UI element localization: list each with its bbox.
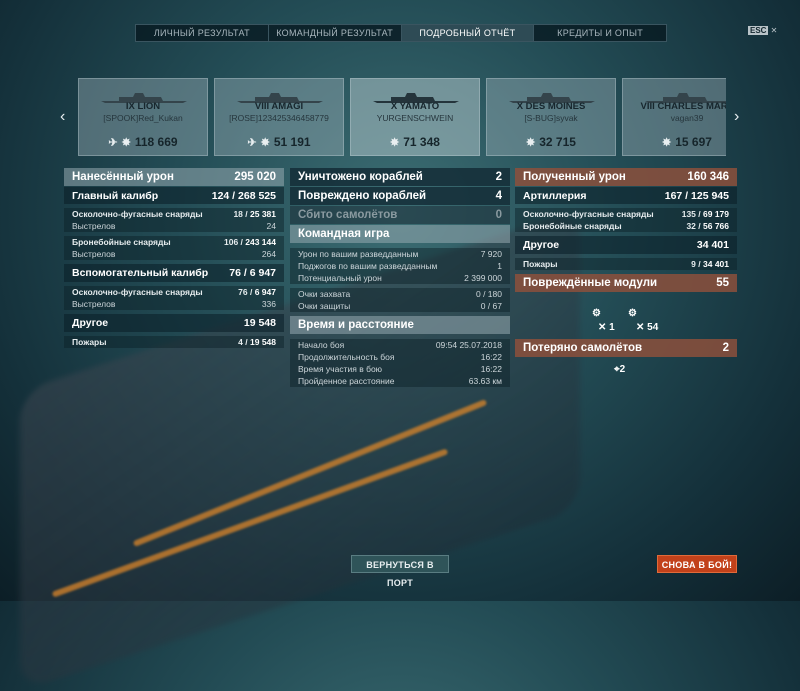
recv-fires-row: Пожары 9 / 34 401 bbox=[515, 258, 737, 270]
spotting-damage-row: Урон по вашим разведданным 7 920 bbox=[290, 248, 510, 260]
team-play-header: Командная игра bbox=[290, 225, 510, 243]
ship-damage-icon: ✸ bbox=[526, 136, 536, 149]
received-damage-panel: Полученный урон 160 346 Артиллерия 167 / 1… bbox=[515, 168, 737, 293]
player-name: YURGENSCHWEIN bbox=[376, 113, 454, 123]
damage-icon: ✈︎ bbox=[108, 136, 118, 149]
participation-time-row: Время участия в бою 16:22 bbox=[290, 363, 510, 375]
ship-card[interactable]: VIII CHARLES MART vagan39 ✸ 15 697 bbox=[622, 78, 726, 156]
player-name: [S-BUG]syvak bbox=[524, 113, 578, 123]
ship-damage-icon: ✸ bbox=[662, 136, 672, 149]
player-name: [ROSE]123425346458779 bbox=[229, 113, 329, 123]
capture-points-row: Очки захвата 0 / 180 bbox=[290, 288, 510, 300]
return-to-port-button[interactable]: ВЕРНУТЬСЯ В ПОРТ bbox=[351, 555, 449, 588]
tab-team[interactable]: КОМАНДНЫЙ РЕЗУЛЬТАТ bbox=[269, 25, 402, 41]
prev-ship-arrow-icon[interactable]: ‹ bbox=[60, 108, 65, 126]
potential-damage-row: Потенциальный урон 2 399 000 bbox=[290, 272, 510, 284]
ship-score: ✸ 71 348 bbox=[390, 135, 440, 149]
recv-he-row: Осколочно-фугасные снаряды 135 / 69 179 bbox=[515, 208, 737, 220]
damaged-ships-row: Повреждено кораблей 4 bbox=[290, 187, 510, 205]
lost-plane-icon: ⌖2 bbox=[614, 364, 626, 375]
battle-duration-row: Продолжительность боя 16:22 bbox=[290, 351, 510, 363]
tab-credits-xp[interactable]: КРЕДИТЫ И ОПЫТ bbox=[534, 25, 666, 41]
ship-score: ✈︎ ✸ 51 191 bbox=[247, 135, 311, 149]
module-turret-count: ✕ 1 bbox=[598, 322, 615, 333]
ship-card[interactable]: X DES MOINES [S-BUG]syvak ✸ 32 715 bbox=[486, 78, 616, 156]
time-distance-header: Время и расстояние bbox=[290, 316, 510, 334]
report-tabs: ЛИЧНЫЙ РЕЗУЛЬТАТ КОМАНДНЫЙ РЕЗУЛЬТАТ ПОД… bbox=[135, 24, 667, 42]
damaged-modules-header: Повреждённые модули 55 bbox=[515, 274, 737, 292]
esc-icon: ESC bbox=[748, 26, 769, 35]
defense-points-row: Очки защиты 0 / 67 bbox=[290, 300, 510, 312]
ship-carousel: IX LION [SPOOK]Red_Kukan ✈︎ ✸ 118 669 VIII… bbox=[78, 78, 726, 156]
tab-detailed-report[interactable]: ПОДРОБНЫЙ ОТЧЁТ bbox=[401, 25, 535, 41]
battle-start-row: Начало боя 09:54 25.07.2018 bbox=[290, 339, 510, 351]
lost-planes-panel: Потеряно самолётов 2 bbox=[515, 339, 737, 358]
battle-again-button[interactable]: СНОВА В БОЙ! bbox=[657, 555, 737, 573]
ship-card[interactable]: IX LION [SPOOK]Red_Kukan ✈︎ ✸ 118 669 bbox=[78, 78, 208, 156]
sec-he-shells-row: Осколочно-фугасные снаряды 76 / 6 947 bbox=[64, 286, 284, 298]
tab-personal[interactable]: ЛИЧНЫЙ РЕЗУЛЬТАТ bbox=[136, 25, 269, 41]
ship-damage-icon: ✸ bbox=[390, 136, 400, 149]
artillery-row: Артиллерия 167 / 125 945 bbox=[515, 187, 737, 204]
player-name: vagan39 bbox=[670, 113, 704, 123]
ship-score: ✸ 32 715 bbox=[526, 135, 576, 149]
he-shells-row: Осколочно-фугасные снаряды 18 / 25 381 bbox=[64, 208, 284, 220]
he-shots-row: Выстрелов 24 bbox=[64, 220, 284, 232]
ship-score: ✸ 15 697 bbox=[662, 135, 712, 149]
other-damage-row: Другое 19 548 bbox=[64, 314, 284, 332]
ship-name: VIII CHARLES MART bbox=[640, 101, 726, 112]
module-engine-count: ✕ 54 bbox=[636, 322, 659, 333]
fires-row: Пожары 4 / 19 548 bbox=[64, 336, 284, 348]
module-engine-icon: ⚙ bbox=[628, 308, 637, 319]
ship-card[interactable]: VIII AMAGI [ROSE]123425346458779 ✈︎ ✸ 51 1… bbox=[214, 78, 344, 156]
ship-card-selected[interactable]: X YAMATO YURGENSCHWEIN ✸ 71 348 bbox=[350, 78, 480, 156]
ap-shells-row: Бронебойные снаряды 106 / 243 144 bbox=[64, 236, 284, 248]
ship-damage-icon: ✸ bbox=[260, 136, 270, 149]
ship-name: IX LION bbox=[125, 101, 161, 112]
ship-damage-icon: ✸ bbox=[121, 136, 131, 149]
ship-name: VIII AMAGI bbox=[254, 101, 304, 112]
ship-name: X YAMATO bbox=[390, 101, 440, 112]
lost-planes-header: Потеряно самолётов 2 bbox=[515, 339, 737, 357]
ap-shots-row: Выстрелов 264 bbox=[64, 248, 284, 260]
damage-icon: ✈︎ bbox=[247, 136, 257, 149]
distance-row: Пройденное расстояние 63.63 км bbox=[290, 375, 510, 387]
module-turret-icon: ⚙ bbox=[592, 308, 601, 319]
recv-other-row: Другое 34 401 bbox=[515, 236, 737, 254]
recv-ap-row: Бронебойные снаряды 32 / 56 766 bbox=[515, 220, 737, 232]
next-ship-arrow-icon[interactable]: › bbox=[734, 108, 739, 126]
secondary-battery-row: Вспомогательный калибр 76 / 6 947 bbox=[64, 264, 284, 282]
ship-score: ✈︎ ✸ 118 669 bbox=[108, 135, 178, 149]
dealt-damage-header: Нанесённый урон 295 020 bbox=[64, 168, 284, 186]
esc-close-button[interactable]: ESC ✕ bbox=[748, 26, 777, 35]
destroyed-ships-row: Уничтожено кораблей 2 bbox=[290, 168, 510, 186]
sec-shots-row: Выстрелов 336 bbox=[64, 298, 284, 310]
player-name: [SPOOK]Red_Kukan bbox=[103, 113, 183, 123]
main-battery-row: Главный калибр 124 / 268 525 bbox=[64, 187, 284, 204]
planes-shot-row: Сбито самолётов 0 bbox=[290, 206, 510, 224]
dealt-damage-panel: Нанесённый урон 295 020 Главный калибр 124… bbox=[64, 168, 284, 348]
combat-stats-panel: Уничтожено кораблей 2 Повреждено кораблей… bbox=[290, 168, 510, 387]
received-damage-header: Полученный урон 160 346 bbox=[515, 168, 737, 186]
ship-name: X DES MOINES bbox=[516, 101, 586, 112]
spotting-fires-row: Поджогов по вашим разведданным 1 bbox=[290, 260, 510, 272]
